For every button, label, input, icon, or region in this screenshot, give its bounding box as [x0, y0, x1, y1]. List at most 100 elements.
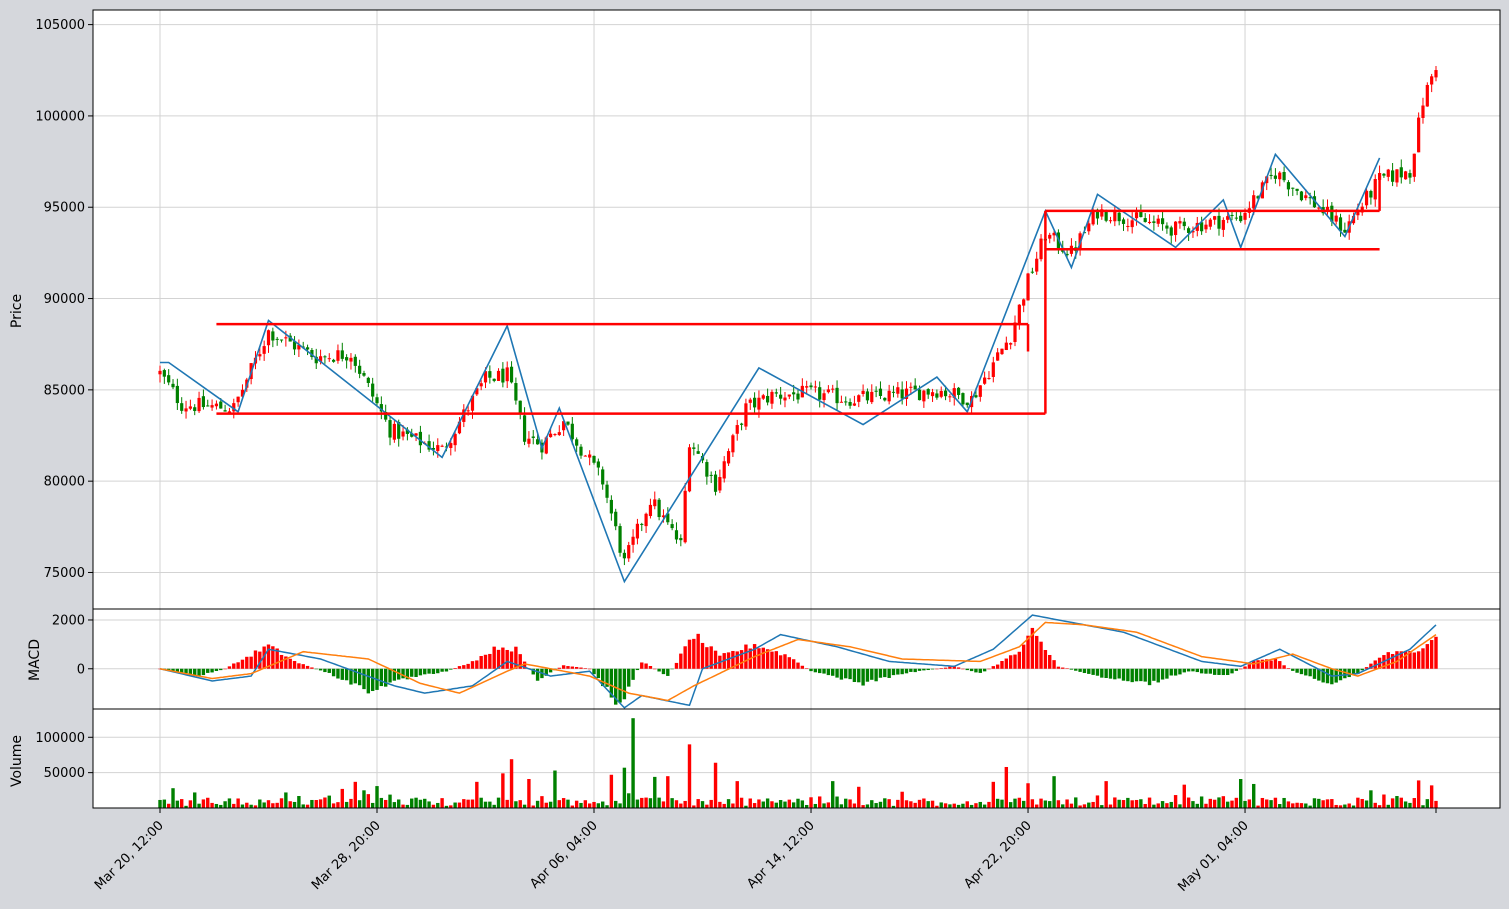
candle-body [726, 451, 731, 464]
macd-histogram-bar [457, 666, 462, 669]
volume-bar [245, 802, 249, 808]
candle-body [349, 357, 353, 362]
candle-body [1048, 234, 1052, 239]
macd-histogram-bar [596, 668, 601, 679]
macd-histogram-bar [778, 655, 783, 669]
volume-bar [518, 800, 522, 808]
volume-bar [1035, 804, 1039, 808]
volume-bar [423, 798, 427, 808]
macd-histogram-bar [1360, 668, 1364, 671]
volume-bar [540, 796, 544, 808]
candle-body [167, 375, 171, 383]
macd-histogram-bar [505, 649, 509, 669]
macd-histogram-bar [214, 668, 219, 672]
volume-bar [188, 800, 193, 808]
x-tick-label: Apr 22, 20:00 [961, 818, 1034, 891]
macd-histogram-bar [206, 668, 210, 673]
volume-bar [548, 801, 553, 808]
macd-histogram-bar [388, 668, 392, 683]
candle-body [670, 524, 674, 529]
macd-histogram-bar [1021, 644, 1026, 669]
macd-histogram-bar [236, 662, 240, 669]
volume-bar [904, 800, 909, 808]
macd-histogram-bar [670, 668, 674, 670]
macd-histogram-bar [1325, 668, 1330, 684]
macd-histogram-bar [227, 666, 232, 669]
macd-histogram-bar [1130, 668, 1134, 683]
candle-body [635, 523, 640, 539]
volume-bar [1061, 804, 1065, 808]
volume-bar [896, 799, 900, 808]
price-tick-label: 95000 [44, 201, 85, 216]
candle-body [865, 391, 870, 401]
macd-histogram-bar [644, 663, 648, 669]
volume-bar [939, 802, 943, 808]
macd-histogram-bar [618, 668, 622, 703]
volume-bar [470, 799, 475, 808]
volume-bar [1113, 797, 1117, 808]
candle-body [180, 403, 184, 411]
volume-bar [726, 799, 731, 808]
macd-histogram-bar [1225, 668, 1230, 676]
volume-bar [1230, 800, 1234, 808]
macd-histogram-bar [362, 668, 366, 690]
volume-bar [1026, 783, 1030, 808]
volume-bar [379, 797, 384, 808]
macd-histogram-bar [865, 668, 870, 682]
macd-histogram-bar [470, 661, 475, 669]
candle-body [1117, 212, 1121, 222]
candle-body [588, 454, 592, 458]
volume-bar [488, 801, 492, 808]
volume-bar [1056, 800, 1061, 808]
macd-histogram-bar [340, 668, 344, 680]
macd-histogram-bar [253, 650, 258, 669]
volume-bar [1160, 801, 1165, 808]
candle-body [258, 354, 262, 357]
macd-histogram-bar [948, 666, 952, 669]
candle-body [1373, 179, 1377, 200]
volume-bar [1364, 800, 1369, 808]
candle-body [271, 331, 275, 341]
volume-bar [227, 798, 232, 808]
candle-body [1390, 170, 1395, 182]
macd-histogram-bar [1199, 668, 1204, 674]
macd-histogram-bar [1208, 668, 1213, 674]
candle-body [219, 401, 223, 409]
volume-bar [527, 779, 531, 808]
candle-body [1013, 322, 1017, 343]
volume-bar [666, 776, 670, 808]
macd-histogram-bar [410, 668, 414, 677]
macd-axis-title: MACD [27, 639, 43, 681]
macd-histogram-bar [1434, 636, 1438, 669]
candle-body [852, 403, 857, 406]
volume-bar [1126, 797, 1130, 808]
candle-body [1217, 215, 1221, 229]
candle-body [1091, 210, 1095, 225]
candle-body [305, 347, 310, 350]
candle-body [566, 421, 570, 425]
candle-body [683, 490, 687, 543]
macd-histogram-bar [926, 668, 930, 671]
x-tick-label: Apr 14, 12:00 [744, 818, 817, 891]
candle-body [553, 434, 557, 436]
macd-histogram-bar [818, 668, 822, 674]
macd-histogram-bar [679, 653, 683, 669]
macd-histogram-bar [1308, 668, 1312, 677]
candle-body [514, 383, 518, 401]
volume-bar [635, 799, 640, 808]
candle-body [479, 383, 483, 387]
volume-bar [279, 798, 284, 808]
macd-histogram-bar [249, 656, 253, 669]
candle-body [236, 396, 240, 403]
macd-histogram-bar [509, 651, 514, 669]
volume-bar [288, 801, 292, 808]
macd-histogram-bar [891, 668, 896, 676]
macd-histogram-bar [783, 654, 787, 669]
volume-bar [926, 801, 930, 808]
volume-bar [1147, 797, 1152, 808]
volume-bar [1325, 799, 1330, 808]
macd-histogram-bar [1069, 668, 1074, 670]
macd-histogram-bar [1273, 658, 1278, 669]
macd-histogram-bar [492, 646, 496, 669]
macd-histogram-bar [1429, 640, 1434, 669]
